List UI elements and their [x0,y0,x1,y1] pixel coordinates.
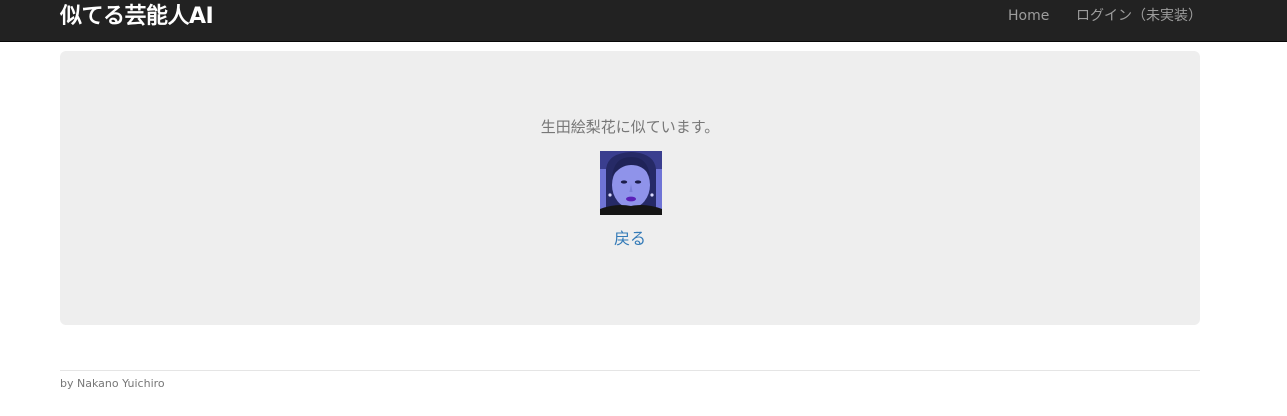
back-link-row: 戻る [60,229,1200,249]
result-message: 生田絵梨花に似ています。 [540,118,720,136]
back-link[interactable]: 戻る [614,229,646,248]
face-photo [600,151,662,215]
footer-credit: by Nakano Yuichiro [60,377,165,390]
result-panel: 生田絵梨花に似ています。 戻る [60,51,1200,325]
navbar: 似てる芸能人AI Home ログイン（未実装） [0,0,1287,42]
site-brand[interactable]: 似てる芸能人AI [60,4,214,30]
nav-login-link[interactable]: ログイン（未実装） [1076,8,1202,24]
footer-divider [60,370,1200,371]
nav-home-link[interactable]: Home [1008,8,1049,24]
